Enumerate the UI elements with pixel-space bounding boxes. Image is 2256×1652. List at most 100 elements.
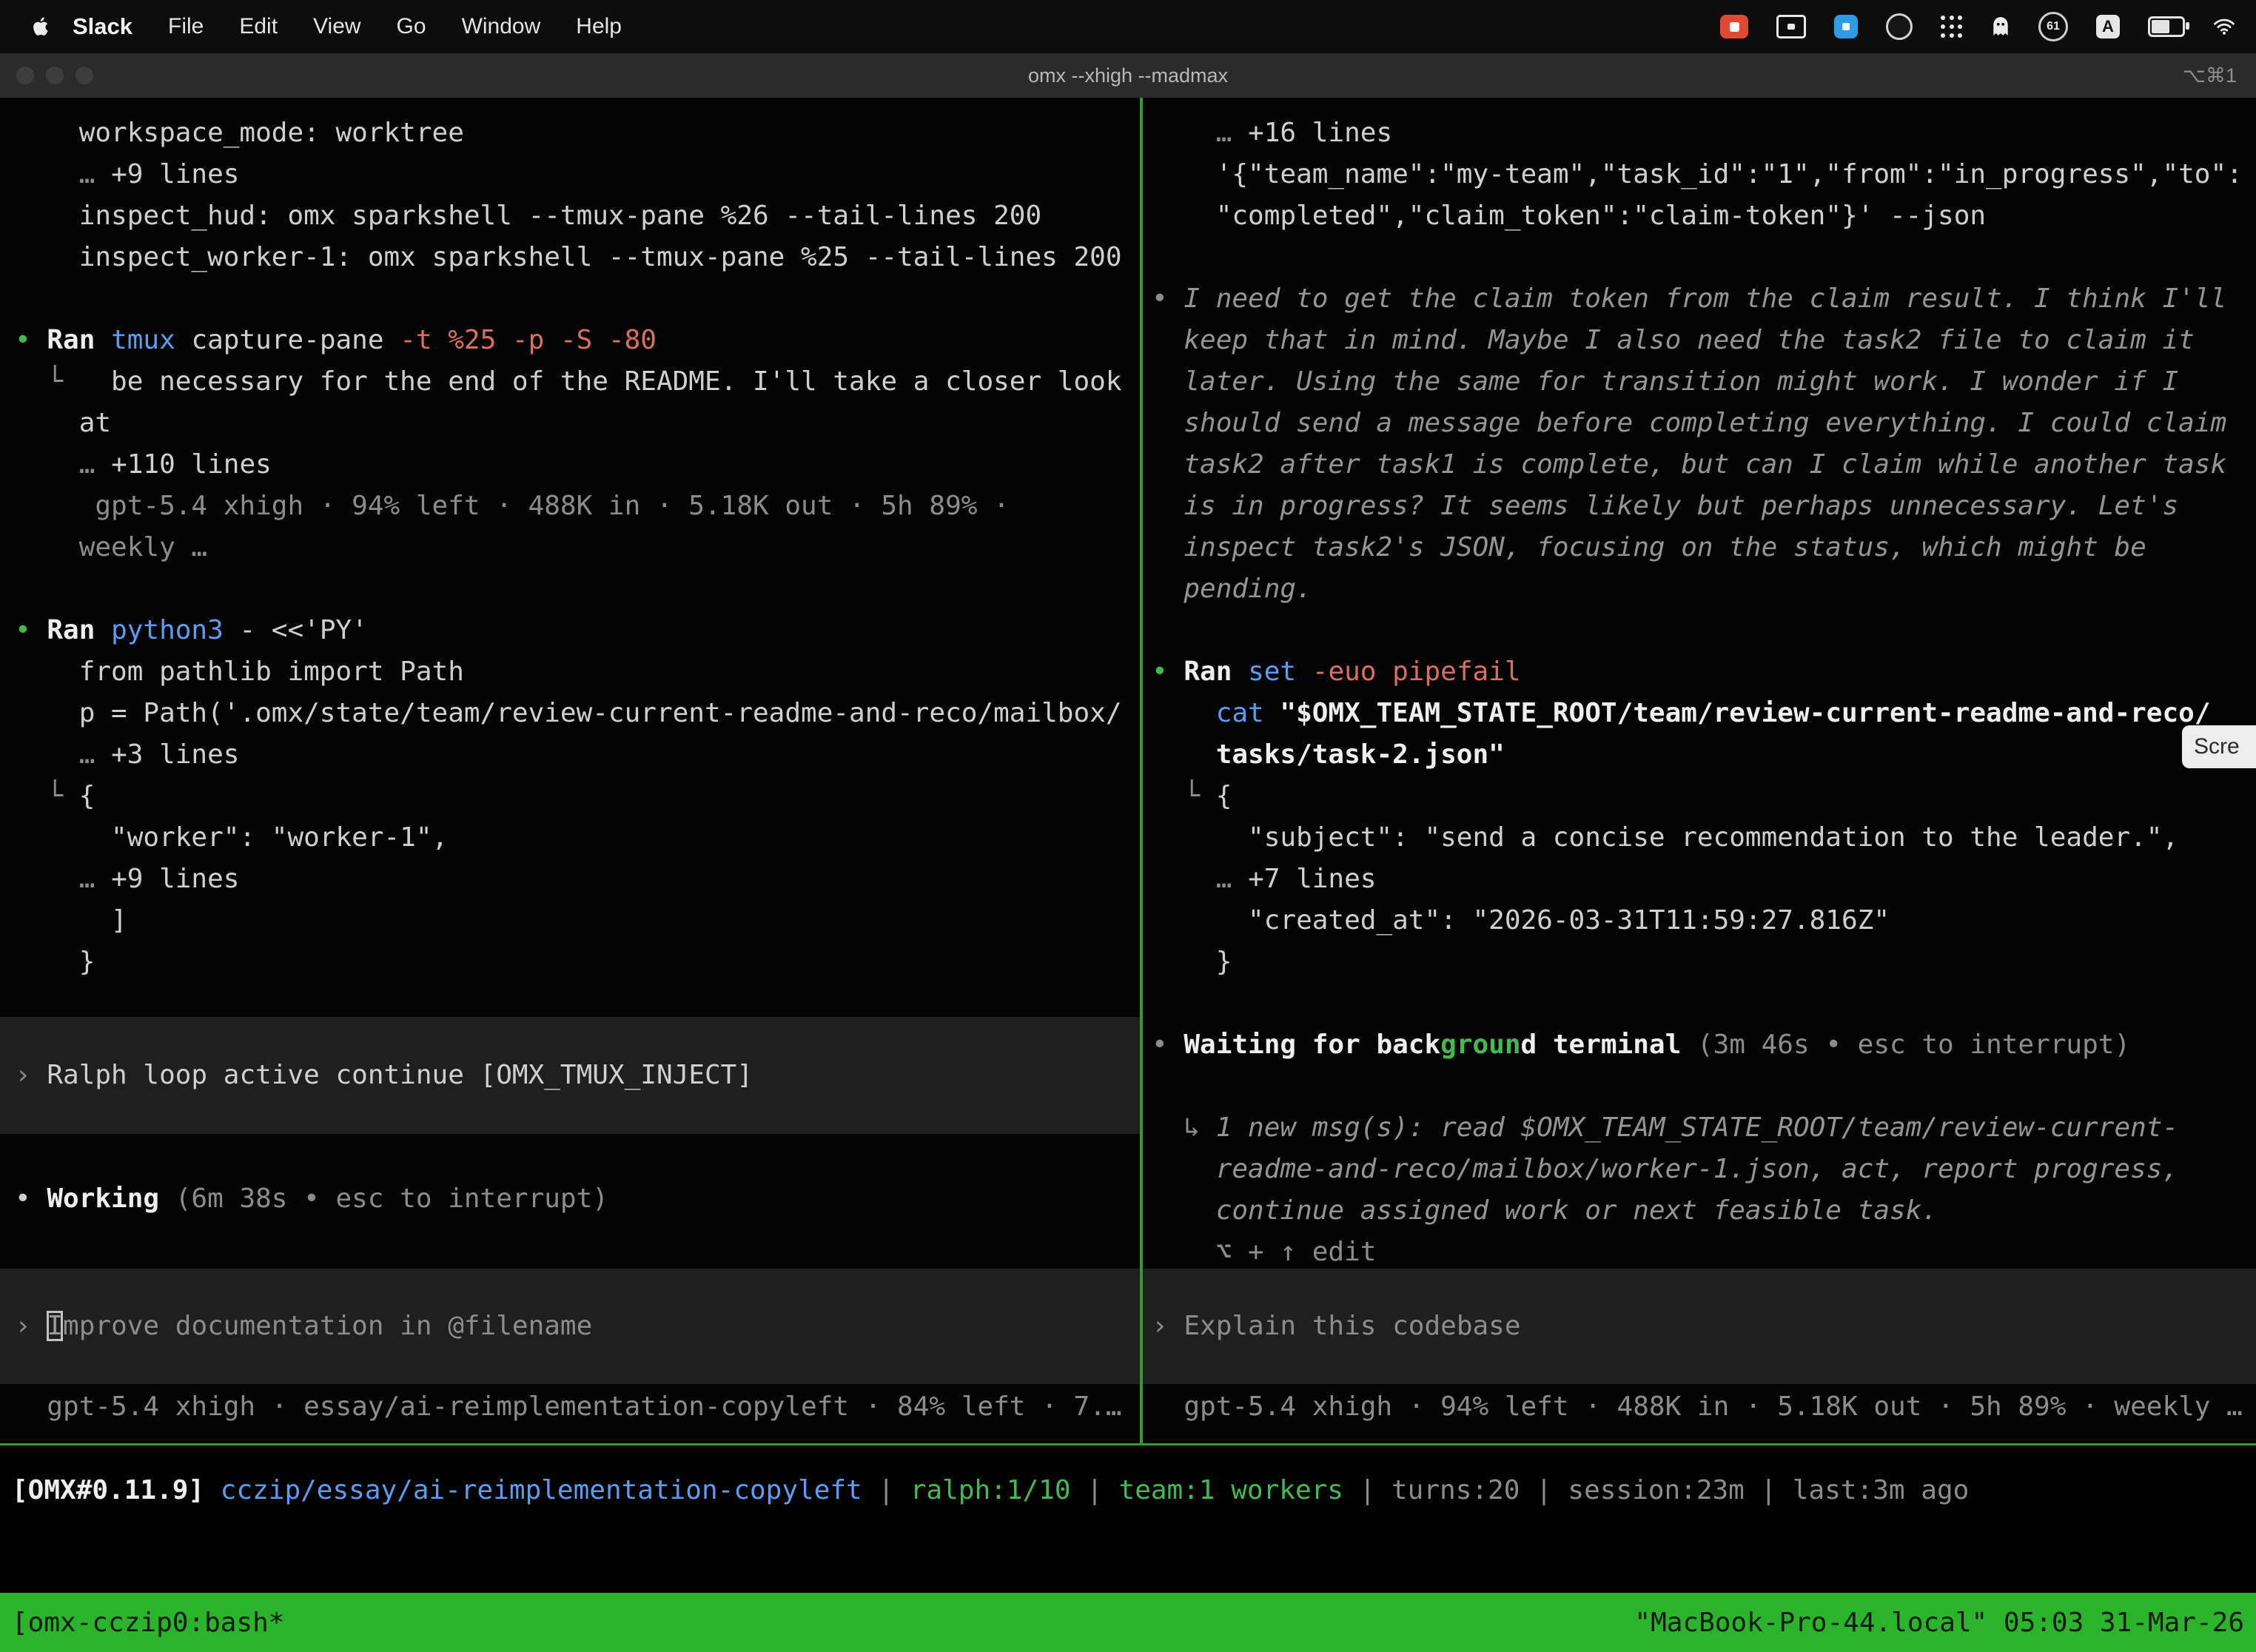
text-segment: +16 lines — [1248, 118, 1392, 148]
terminal-line: • Waiting for background terminal (3m 46… — [1143, 1024, 2256, 1066]
menu-view[interactable]: View — [295, 14, 378, 39]
battery-icon[interactable] — [2148, 16, 2185, 37]
terminal-line: … +9 lines — [0, 154, 1140, 195]
menu-window[interactable]: Window — [444, 14, 559, 39]
terminal-line: "completed","claim_token":"claim-token"}… — [1143, 195, 2256, 237]
terminal-line: • Ran python3 - <<'PY' — [0, 610, 1140, 651]
text-segment: gpt-5.4 xhigh · 94% left · 488K in · 5.1… — [1152, 1391, 2243, 1422]
terminal-line: └ be necessary for the end of the README… — [0, 361, 1140, 403]
recording-indicator-icon[interactable] — [1720, 15, 1748, 38]
text-segment: Ran — [1184, 657, 1248, 687]
text-segment: "created_at": "2026-03-31T11:59:27.816Z" — [1152, 905, 1890, 936]
text-segment: … — [1216, 118, 1248, 148]
model-status-right-text: gpt-5.4 xhigh · 94% left · 488K in · 5.1… — [1143, 1386, 2256, 1428]
text-segment: • — [15, 325, 47, 355]
terminal-line — [0, 568, 1140, 610]
terminal-line: "created_at": "2026-03-31T11:59:27.816Z" — [1143, 900, 2256, 941]
working-status-text: • Working (6m 38s • esc to interrupt) — [0, 1178, 1140, 1220]
text-segment: • — [15, 1183, 47, 1214]
text-segment: "worker": "worker-1", — [15, 822, 448, 853]
window-titlebar[interactable]: omx --xhigh --madmax ⌥⌘1 — [0, 53, 2256, 99]
text-segment — [1152, 864, 1216, 894]
text-segment: be necessary for the end of the README. … — [63, 366, 1121, 397]
text-segment — [1152, 698, 1216, 728]
model-status-right: gpt-5.4 xhigh · 94% left · 488K in · 5.1… — [1143, 1386, 2256, 1428]
text-segment: team:1 workers — [1119, 1475, 1343, 1505]
text-segment: … — [79, 864, 111, 894]
terminal-line: readme-and-reco/mailbox/worker-1.json, a… — [1143, 1149, 2256, 1190]
text-segment: inspect_hud: omx sparkshell --tmux-pane … — [15, 201, 1041, 231]
text-segment: groun — [1440, 1030, 1520, 1060]
menu-go[interactable]: Go — [379, 14, 444, 39]
display-grid-icon[interactable] — [1776, 15, 1806, 38]
terminal-line: ] — [0, 900, 1140, 941]
text-segment: +3 lines — [111, 739, 239, 770]
text-segment: └ — [15, 366, 63, 397]
terminal-line: … +16 lines — [1143, 113, 2256, 154]
tab-shortcut-hint: ⌥⌘1 — [2183, 53, 2237, 98]
text-segment: gpt-5.4 xhigh · 94% left · 488K in · 5.1… — [15, 491, 1010, 521]
blue-app-icon[interactable] — [1834, 15, 1858, 38]
terminal-line: } — [1143, 941, 2256, 983]
screen-tooltip: Scre — [2182, 725, 2256, 768]
text-segment: "$OMX_TEAM_STATE_ROOT/team/review-curren… — [1280, 698, 2210, 728]
tmux-session-label: [omx-cczip0:bash* — [0, 1608, 296, 1638]
apple-menu-icon[interactable] — [33, 16, 50, 37]
text-segment: [OMX#0.11.9] — [12, 1475, 221, 1505]
text-segment: Waiting for back — [1184, 1030, 1440, 1060]
text-segment: last:3m ago — [1793, 1475, 1969, 1505]
text-segment: } — [1152, 947, 1232, 977]
text-segment — [15, 864, 79, 894]
text-segment: should send a message before completing … — [1152, 408, 2226, 438]
text-segment: at — [15, 408, 111, 438]
text-segment: ⌥ + ↑ edit — [1152, 1237, 1376, 1267]
menu-app-name[interactable]: Slack — [55, 13, 150, 40]
text-segment: +7 lines — [1248, 864, 1376, 894]
ghost-icon[interactable] — [1991, 16, 2010, 37]
terminal-pane-right[interactable]: … +16 lines '{"team_name":"my-team","tas… — [1143, 98, 2256, 1443]
text-segment: Ran — [47, 325, 111, 355]
terminal-line: └ { — [0, 776, 1140, 817]
battery-percent-badge[interactable]: 61 — [2038, 12, 2068, 41]
terminal-line: from pathlib import Path — [0, 651, 1140, 693]
text-segment: • — [15, 615, 47, 645]
menu-bar: Slack File Edit View Go Window Help 61 A — [0, 0, 2256, 53]
text-segment: ↳ — [1152, 1112, 1216, 1143]
terminal-pane-left[interactable]: workspace_mode: worktree … +9 lines insp… — [0, 98, 1140, 1443]
text-segment: | — [1745, 1475, 1793, 1505]
text-segment: cczip/essay/ai-reimplementation-copyleft — [221, 1475, 862, 1505]
text-segment: tasks/task-2.json" — [1216, 739, 1505, 770]
menu-edit[interactable]: Edit — [221, 14, 295, 39]
text-segment: turns:20 — [1391, 1475, 1520, 1505]
text-segment: › — [15, 1060, 47, 1090]
terminal-line — [1143, 983, 2256, 1024]
menu-file[interactable]: File — [150, 14, 221, 39]
input-source-icon[interactable]: A — [2096, 15, 2120, 38]
text-segment: | — [862, 1475, 910, 1505]
prompt-input-right[interactable]: › Explain this codebase — [1143, 1269, 2256, 1384]
terminal-line: └ { — [1143, 776, 2256, 817]
menu-bar-status-icons: 61 A — [1720, 12, 2256, 41]
terminal-line: is in progress? It seems likely but perh… — [1143, 486, 2256, 527]
text-segment: task2 after task1 is complete, but can I… — [1152, 449, 2226, 480]
terminal-line: cat "$OMX_TEAM_STATE_ROOT/team/review-cu… — [1143, 693, 2256, 734]
text-segment: later. Using the same for transition mig… — [1152, 366, 2178, 397]
text-segment: d terminal — [1521, 1030, 1697, 1060]
text-segment: └ — [1152, 781, 1216, 811]
menu-help[interactable]: Help — [558, 14, 639, 39]
text-segment: • — [1152, 657, 1184, 687]
wifi-icon[interactable] — [2213, 18, 2235, 36]
text-segment: ] — [15, 905, 127, 936]
text-segment: • — [1152, 1030, 1184, 1060]
text-segment: 1 new msg(s): read $OMX_TEAM_STATE_ROOT/… — [1216, 1112, 2178, 1143]
pane-divider-horizontal — [0, 1443, 2256, 1446]
text-segment: readme-and-reco/mailbox/worker-1.json, a… — [1152, 1154, 2178, 1184]
terminal-line — [1143, 237, 2256, 278]
dots-grid-icon[interactable] — [1941, 16, 1963, 38]
dark-ring-icon[interactable] — [1886, 13, 1913, 40]
text-segment: └ — [15, 781, 79, 811]
text-segment: mprove documentation in @filename — [63, 1311, 592, 1341]
text-segment: +9 lines — [111, 159, 239, 189]
prompt-input-left[interactable]: › Improve documentation in @filename — [0, 1269, 1140, 1384]
terminal-line: "worker": "worker-1", — [0, 817, 1140, 859]
